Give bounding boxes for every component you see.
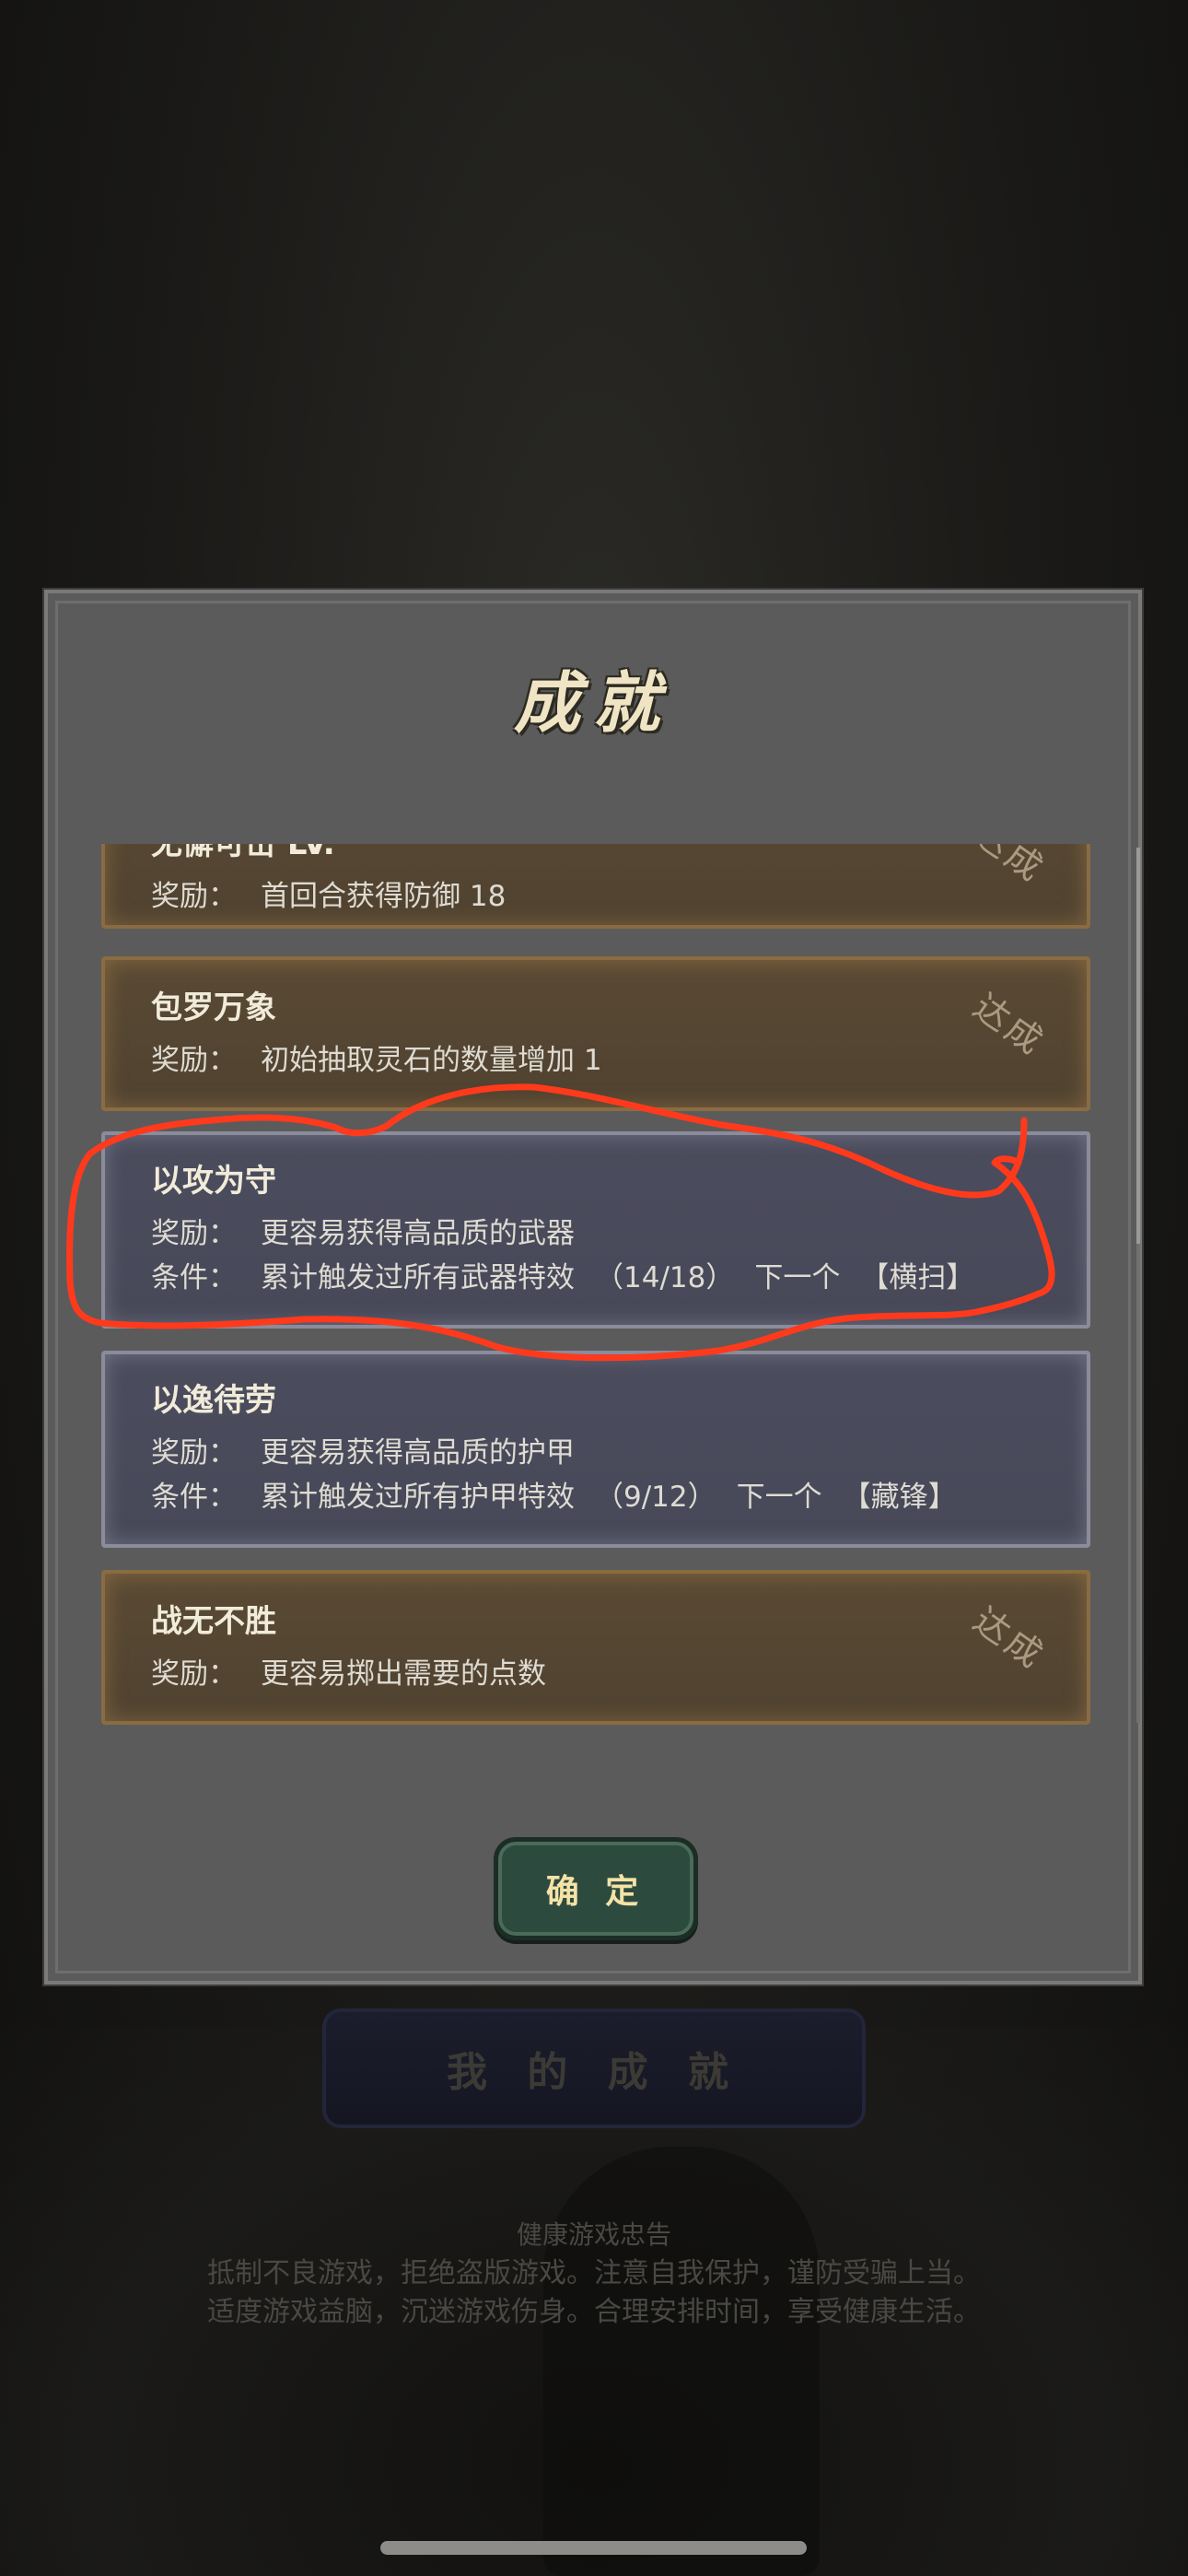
achievement-card: 无懈可击 LV. 奖励： 首回合获得防御 18 达成 xyxy=(101,844,1090,929)
confirm-button[interactable]: 确 定 xyxy=(494,1837,698,1940)
achievement-condition: 条件： 累计触发过所有护甲特效 （9/12） 下一个 【藏锋】 xyxy=(151,1476,1041,1518)
reward-label: 奖励： xyxy=(151,1436,237,1469)
reward-text: 更容易获得高品质的护甲 xyxy=(261,1436,575,1469)
condition-text: 累计触发过所有护甲特效 xyxy=(261,1481,575,1514)
reward-label: 奖励： xyxy=(151,1217,237,1250)
achievement-name: 无懈可击 LV. xyxy=(151,844,335,862)
condition-text: 累计触发过所有武器特效 xyxy=(261,1261,575,1294)
reward-label: 奖励： xyxy=(151,1657,237,1691)
achievement-name: 战无不胜 xyxy=(151,1603,276,1640)
achievement-reward: 奖励： 更容易获得高品质的护甲 xyxy=(151,1432,1041,1474)
achievement-list[interactable]: 无懈可击 LV. 奖励： 首回合获得防御 18 达成 包罗万象 奖励： 初始抽取灵石… xyxy=(101,844,1146,1728)
next-item: 【藏锋】 xyxy=(842,1481,957,1514)
next-label: 下一个 xyxy=(736,1481,822,1514)
health-notice-title: 健康游戏忠告 xyxy=(516,2219,671,2250)
reward-label: 奖励： xyxy=(151,1044,237,1077)
home-indicator[interactable] xyxy=(380,2541,807,2555)
achievement-name: 以逸待劳 xyxy=(151,1382,276,1419)
achievement-reward: 奖励： 初始抽取灵石的数量增加 1 xyxy=(151,1039,1041,1082)
condition-label: 条件： xyxy=(151,1481,237,1514)
next-label: 下一个 xyxy=(754,1261,841,1294)
health-notice-line-2: 适度游戏益脑，沉迷游戏伤身。合理安排时间，享受健康生活。 xyxy=(207,2296,981,2328)
next-item: 【横扫】 xyxy=(860,1261,975,1294)
achievement-name: 以攻为守 xyxy=(151,1163,276,1200)
reward-text: 更容易获得高品质的武器 xyxy=(261,1217,575,1250)
achievements-modal: 成就 无懈可击 LV. 奖励： 首回合获得防御 18 达成 包罗万象 奖励： 初始抽… xyxy=(44,590,1142,1985)
achievement-card: 战无不胜 奖励： 更容易掷出需要的点数 达成 xyxy=(101,1570,1090,1725)
condition-progress: （9/12） xyxy=(595,1481,716,1514)
achievement-name: 包罗万象 xyxy=(151,989,276,1026)
background-figure xyxy=(543,2147,820,2576)
achievement-reward: 奖励： 首回合获得防御 18 xyxy=(151,875,1041,918)
health-notice-line-1: 抵制不良游戏，拒绝盗版游戏。注意自我保护，谨防受骗上当。 xyxy=(207,2257,981,2289)
modal-title: 成就 xyxy=(513,663,672,742)
scrollbar-thumb[interactable] xyxy=(1136,848,1140,1244)
achievement-condition: 条件： 累计触发过所有武器特效 （14/18） 下一个 【横扫】 xyxy=(151,1257,1041,1299)
condition-progress: （14/18） xyxy=(595,1261,735,1294)
reward-text: 首回合获得防御 18 xyxy=(261,880,507,913)
achievement-card: 以攻为守 奖励： 更容易获得高品质的武器 条件： 累计触发过所有武器特效 （14/18… xyxy=(101,1131,1090,1329)
achievement-reward: 奖励： 更容易掷出需要的点数 xyxy=(151,1653,1041,1695)
reward-text: 更容易掷出需要的点数 xyxy=(261,1657,546,1691)
condition-label: 条件： xyxy=(151,1261,237,1294)
list-scrollbar[interactable] xyxy=(1136,848,1140,1723)
reward-label: 奖励： xyxy=(151,880,237,913)
reward-text: 初始抽取灵石的数量增加 1 xyxy=(261,1044,602,1077)
achievement-card: 包罗万象 奖励： 初始抽取灵石的数量增加 1 达成 xyxy=(101,956,1090,1111)
achievement-reward: 奖励： 更容易获得高品质的武器 xyxy=(151,1212,1041,1255)
health-notice: 健康游戏忠告 抵制不良游戏，拒绝盗版游戏。注意自我保护，谨防受骗上当。 适度游戏… xyxy=(0,2216,1188,2332)
achievement-card: 以逸待劳 奖励： 更容易获得高品质的护甲 条件： 累计触发过所有护甲特效 （9/12）… xyxy=(101,1351,1090,1548)
my-achievements-button[interactable]: 我 的 成 就 xyxy=(322,2008,866,2128)
